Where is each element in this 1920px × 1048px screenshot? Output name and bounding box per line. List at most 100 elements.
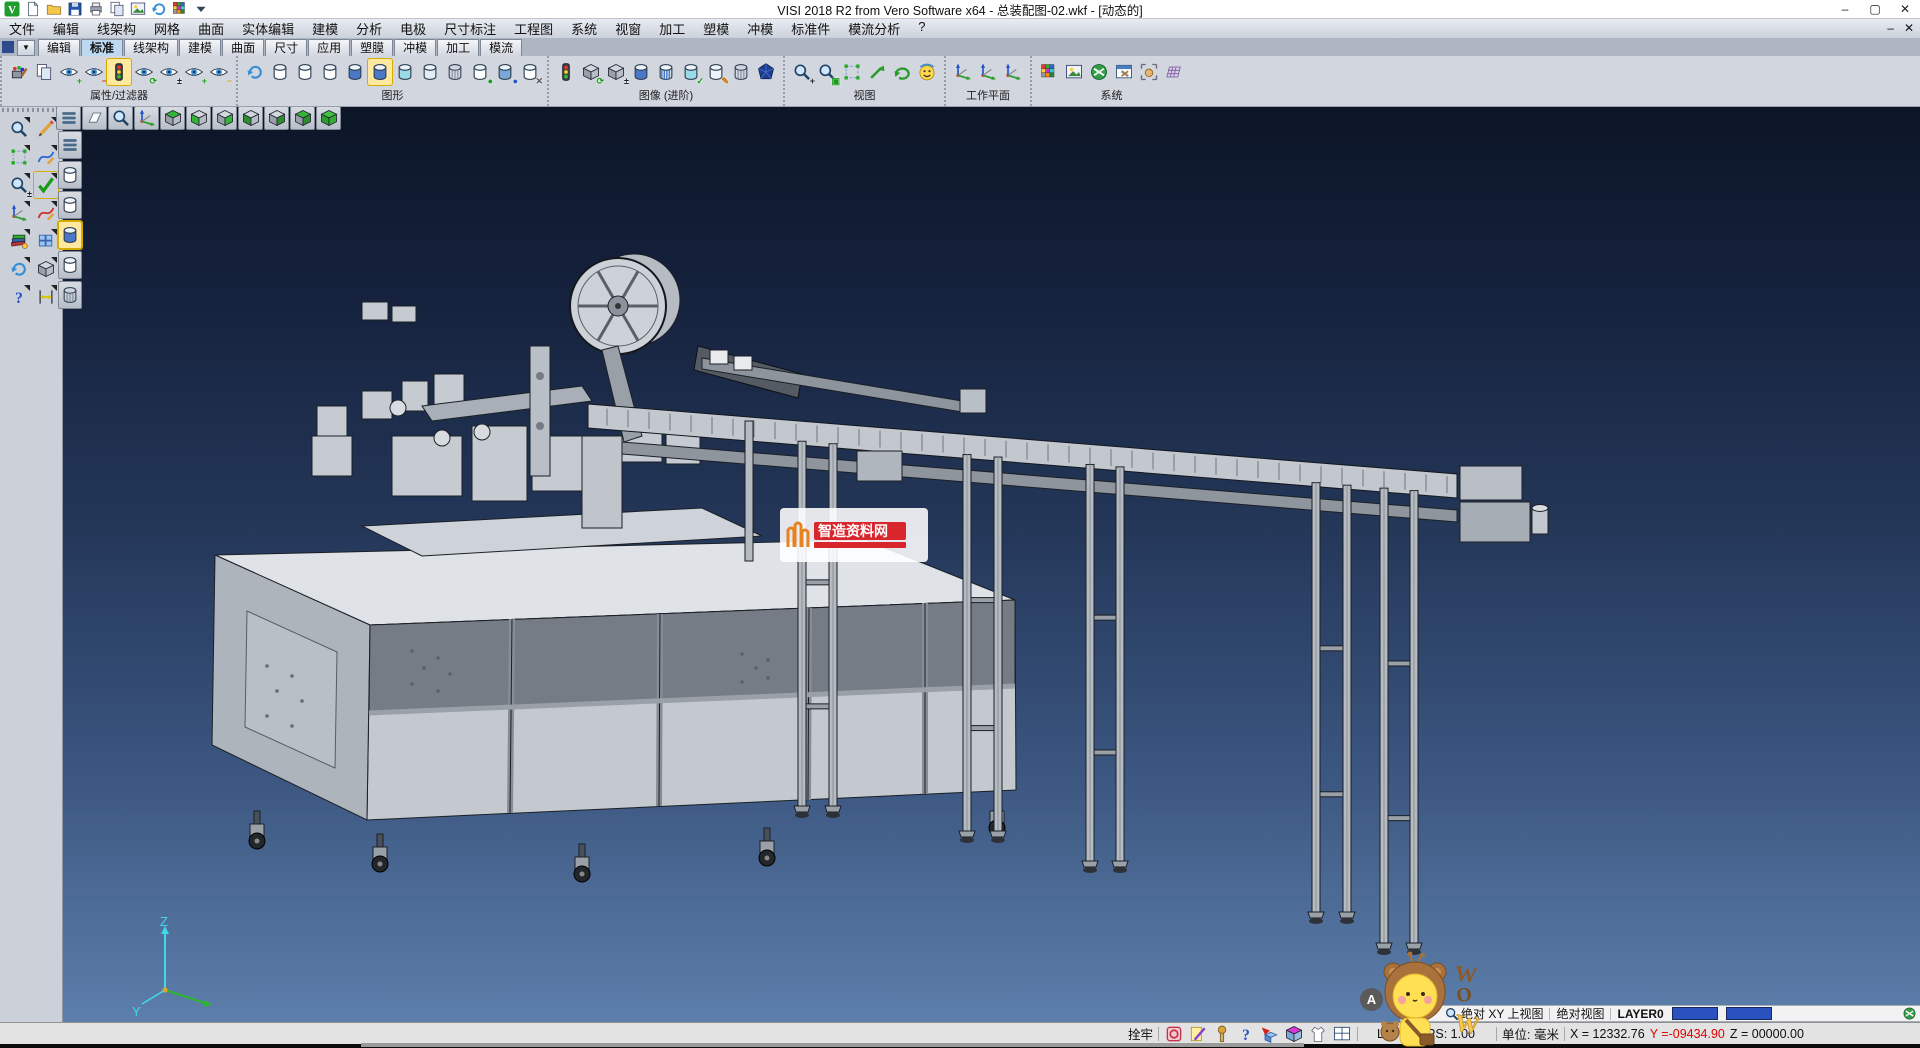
change-attributes-icon[interactable] [7,59,31,85]
window-close-button[interactable]: ✕ [1890,1,1920,18]
wand-doc-icon[interactable] [1188,1024,1208,1044]
wcs-axis-icon[interactable] [7,200,31,226]
layer-tools-icon[interactable]: ✕ [518,59,542,85]
cylinder-wire-icon[interactable] [729,59,753,85]
system-globe-icon[interactable] [1087,59,1111,85]
open-folder-icon[interactable] [45,1,63,17]
selection-frame-icon[interactable] [7,144,31,170]
save-icon[interactable] [66,1,84,17]
menu-加工[interactable]: 加工 [650,19,694,38]
tab-模流[interactable]: 模流 [480,39,522,56]
3d-viewport[interactable]: 智造资料网 Z Y [62,106,1920,1022]
menu-尺寸标注[interactable]: 尺寸标注 [435,19,505,38]
prism-cube-icon[interactable] [1284,1024,1304,1044]
menu-建模[interactable]: 建模 [303,19,347,38]
active-layer-label[interactable]: LAYER0 [1617,1007,1663,1021]
cubes-plus-minus-icon[interactable]: ± [604,59,628,85]
color-swatch-2[interactable] [1726,1007,1772,1020]
menu-冲模[interactable]: 冲模 [738,19,782,38]
tab-应用[interactable]: 应用 [308,39,350,56]
color-palette-icon[interactable] [1037,59,1061,85]
view-left-cube-icon[interactable] [238,106,263,130]
menu-塑模[interactable]: 塑模 [694,19,738,38]
traffic-cubes-icon[interactable] [554,59,578,85]
polyhedron-icon[interactable] [754,59,778,85]
layer-cylinder-icon[interactable] [318,59,342,85]
tab-编辑[interactable]: 编辑 [38,39,80,56]
menu-系统[interactable]: 系统 [562,19,606,38]
layer-cylinder-active-icon[interactable] [368,59,392,85]
window-maximize-button[interactable]: ▢ [1860,1,1890,18]
layer-cylinder-wire-icon[interactable] [443,59,467,85]
shade-list-icon[interactable] [58,131,82,159]
refresh-visibility-icon[interactable]: ⟳ [132,59,156,85]
menu-文件[interactable]: 文件 [0,19,44,38]
hide-entities-icon[interactable]: − [82,59,106,85]
layer-cylinder-cyan-icon[interactable] [393,59,417,85]
workplane-rotate-icon[interactable] [1001,59,1025,85]
view-iso-cube-icon[interactable] [290,106,315,130]
new-document-icon[interactable] [24,1,42,17]
attributes-books-icon[interactable] [7,228,31,254]
toggle-visibility-icon[interactable]: ± [157,59,181,85]
shirt-icon[interactable] [1308,1024,1328,1044]
copy-sheets-icon[interactable] [108,1,126,17]
window-minimize-button[interactable]: – [1830,1,1860,18]
menu-模流分析[interactable]: 模流分析 [839,19,909,38]
snap-arrow-icon[interactable] [1260,1024,1280,1044]
menu-视窗[interactable]: 视窗 [606,19,650,38]
menu-网格[interactable]: 网格 [145,19,189,38]
quick-access-dropdown[interactable] [192,1,210,17]
filter-traffic-light-icon[interactable] [107,59,131,85]
confirm-check-icon[interactable] [34,172,58,198]
layer-cylinder-icon[interactable] [293,59,317,85]
stamp-icon[interactable] [1164,1024,1184,1044]
layer-cylinder-icon[interactable] [268,59,292,85]
tab-冲模[interactable]: 冲模 [394,39,436,56]
layer-recycle-icon[interactable]: ● [468,59,492,85]
view-top-cube-icon[interactable] [160,106,185,130]
workplane-align-icon[interactable] [976,59,1000,85]
doc-close-button[interactable]: ✕ [1904,21,1914,35]
tab-线架构[interactable]: 线架构 [124,39,178,56]
zoom-window-icon[interactable]: ▣ [815,59,839,85]
tab-标准[interactable]: 标准 [81,39,123,56]
copy-attributes-icon[interactable] [32,59,56,85]
shade-smiley-icon[interactable] [915,59,939,85]
layer-copy-icon[interactable]: ● [493,59,517,85]
show-entities-icon[interactable]: + [57,59,81,85]
tab-建模[interactable]: 建模 [179,39,221,56]
sketch-search-icon[interactable] [7,116,31,142]
view-shaded-cube-icon[interactable] [316,106,341,130]
menu-标准件[interactable]: 标准件 [782,19,839,38]
refresh-icon[interactable] [150,1,168,17]
show-all-icon[interactable]: + [182,59,206,85]
color-swatch-1[interactable] [1672,1007,1718,1020]
pin-toggle[interactable]: 拴牢 [1128,1024,1153,1043]
spline-pencil-icon[interactable] [34,144,58,170]
globe-icon[interactable] [1900,1006,1918,1022]
image-icon[interactable] [129,1,147,17]
view-list-icon[interactable] [56,106,81,130]
regen-graphics-icon[interactable] [243,59,267,85]
tab-塑膜[interactable]: 塑膜 [351,39,393,56]
tab-加工[interactable]: 加工 [437,39,479,56]
palette-icon[interactable] [171,1,189,17]
zoom-in-icon[interactable]: + [790,59,814,85]
rotate-view-icon[interactable] [890,59,914,85]
curve-edit-icon[interactable] [34,200,58,226]
menu-实体编辑[interactable]: 实体编辑 [233,19,303,38]
layer-cylinder-blue-icon[interactable] [343,59,367,85]
help-icon[interactable]: ? [7,284,31,310]
view-back-cube-icon[interactable] [212,106,237,130]
cylinder-blue-icon[interactable] [629,59,653,85]
menu-电极[interactable]: 电极 [391,19,435,38]
doc-minimize-button[interactable]: – [1887,21,1894,35]
pan-arrow-icon[interactable] [865,59,889,85]
view-axis-icon[interactable] [134,106,159,130]
horizontal-scrollbar[interactable] [361,1043,1304,1047]
erase-pencil-icon[interactable] [34,116,58,142]
menu-曲面[interactable]: 曲面 [189,19,233,38]
zoom-frame-icon[interactable] [840,59,864,85]
view-zoom-icon[interactable] [108,106,133,130]
